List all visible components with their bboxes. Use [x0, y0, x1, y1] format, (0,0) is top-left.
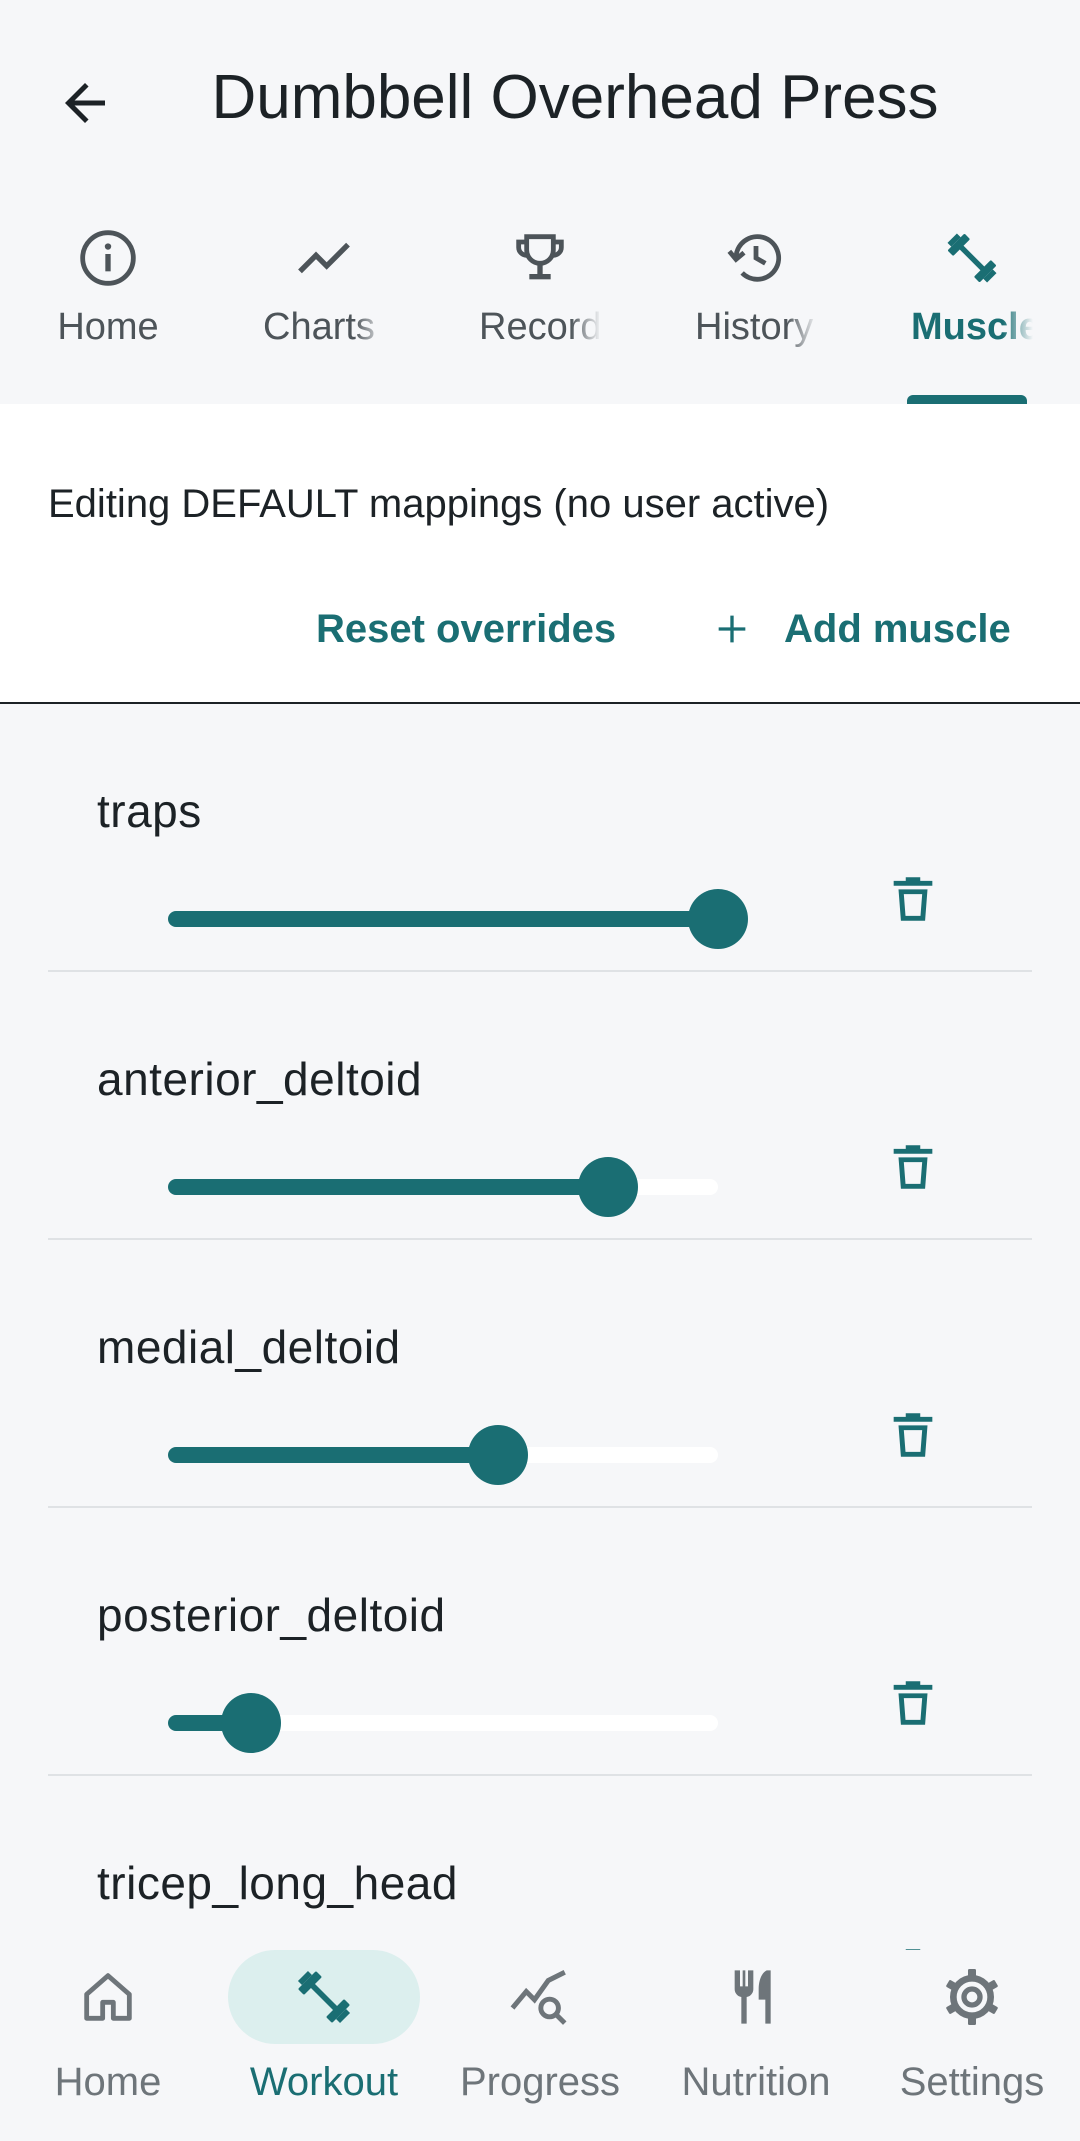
- tab-label: Records: [479, 306, 601, 348]
- slider-thumb[interactable]: [468, 1425, 528, 1485]
- nav-icon-container: [444, 1950, 636, 2044]
- trash-icon: [893, 1145, 933, 1189]
- add-muscle-button[interactable]: Add muscle: [700, 594, 1023, 664]
- list-item: tricep_long_head: [48, 1776, 1032, 1950]
- muscle-list[interactable]: traps anterior_deltoid medial_deltoid po…: [48, 704, 1032, 1950]
- list-item: anterior_deltoid: [48, 972, 1032, 1240]
- tab-label: History: [695, 306, 814, 348]
- history-icon: [727, 234, 782, 282]
- muscle-name: traps: [97, 785, 202, 837]
- line-chart-icon: [298, 242, 350, 274]
- reset-overrides-button[interactable]: Reset overrides: [300, 594, 632, 664]
- fork-knife-icon: [734, 1970, 771, 2024]
- list-item: posterior_deltoid: [48, 1508, 1032, 1776]
- nav-label: Nutrition: [681, 2060, 831, 2104]
- trophy-icon: [516, 234, 564, 280]
- delete-muscle-button[interactable]: [868, 1390, 958, 1480]
- tab-muscles[interactable]: Muscles: [864, 206, 1080, 404]
- nav-icon-container: [660, 1950, 852, 2044]
- trash-icon: [893, 1413, 933, 1457]
- slider-thumb[interactable]: [220, 1693, 281, 1753]
- slider-thumb[interactable]: [688, 889, 748, 949]
- nav-label: Home: [54, 2060, 162, 2104]
- muscle-name: medial_deltoid: [97, 1321, 401, 1373]
- dumbbell-icon: [297, 1970, 351, 2024]
- delete-muscle-button[interactable]: [868, 1658, 958, 1748]
- progress-chart-icon: [510, 1970, 567, 2025]
- trash-icon: [893, 1681, 933, 1725]
- tab-records[interactable]: Records: [432, 206, 648, 404]
- nav-progress[interactable]: Progress: [432, 1950, 648, 2141]
- delete-muscle-button[interactable]: [868, 854, 958, 944]
- nav-workout[interactable]: Workout: [216, 1950, 432, 2141]
- muscle-weight-slider[interactable]: [168, 1693, 718, 1753]
- nav-label: Progress: [459, 2060, 621, 2104]
- plus-icon: [718, 615, 746, 643]
- delete-muscle-button[interactable]: [868, 1926, 958, 1950]
- tab-label: Home: [57, 306, 159, 348]
- nav-icon-container: [12, 1950, 204, 2044]
- delete-muscle-button[interactable]: [868, 1122, 958, 1212]
- nav-nutrition[interactable]: Nutrition: [648, 1950, 864, 2141]
- editing-status-text: Editing DEFAULT mappings (no user active…: [48, 482, 830, 526]
- muscle-weight-slider[interactable]: [168, 889, 748, 949]
- tab-history[interactable]: History: [648, 206, 864, 404]
- nav-icon-container: [228, 1950, 420, 2044]
- trash-icon: [893, 877, 933, 921]
- muscle-name: tricep_long_head: [97, 1857, 458, 1909]
- slider-fill: [168, 1447, 498, 1463]
- add-muscle-label: Add muscle: [784, 606, 1011, 651]
- page-title: Dumbbell Overhead Press: [211, 63, 939, 132]
- nav-icon-container: [876, 1950, 1068, 2044]
- muscle-weight-slider[interactable]: [168, 1425, 718, 1485]
- muscle-name: posterior_deltoid: [97, 1589, 446, 1641]
- tab-indicator: [907, 395, 1027, 404]
- tab-label: Charts: [263, 306, 375, 348]
- nav-settings[interactable]: Settings: [864, 1950, 1080, 2141]
- list-item: traps: [48, 704, 1032, 972]
- muscle-weight-slider[interactable]: [168, 1157, 718, 1217]
- list-item: medial_deltoid: [48, 1240, 1032, 1508]
- nav-label: Workout: [249, 2060, 399, 2104]
- slider-fill: [168, 911, 718, 927]
- tab-home[interactable]: Home: [0, 206, 216, 404]
- info-icon: [80, 230, 136, 286]
- trash-icon: [905, 1949, 921, 1950]
- mapping-info-panel: Editing DEFAULT mappings (no user active…: [0, 404, 1080, 704]
- house-icon: [84, 1973, 132, 2021]
- dumbbell-icon: [947, 233, 997, 283]
- tab-label: Muscles: [911, 306, 1033, 348]
- slider-thumb[interactable]: [578, 1157, 638, 1217]
- gear-icon: [946, 1969, 998, 2025]
- tab-bar: Home Charts Records History Muscles: [0, 206, 1080, 404]
- nav-home[interactable]: Home: [0, 1950, 216, 2141]
- tab-charts[interactable]: Charts: [216, 206, 432, 404]
- bottom-navigation: Home Workout Progress Nutrition Settings: [0, 1950, 1080, 2141]
- muscle-name: anterior_deltoid: [97, 1053, 423, 1105]
- nav-label: Settings: [899, 2060, 1045, 2104]
- slider-fill: [168, 1179, 608, 1195]
